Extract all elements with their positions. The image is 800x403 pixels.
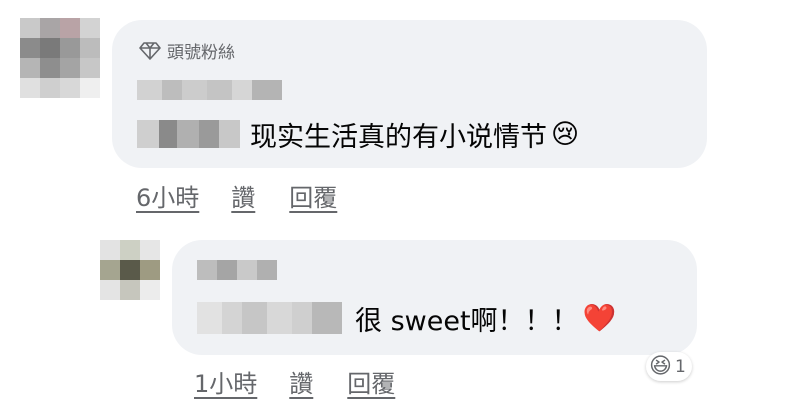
laughing-emoji: 😆 bbox=[649, 354, 672, 379]
reaction-count: 1 bbox=[674, 356, 686, 377]
badge-label: 頭號粉絲 bbox=[167, 43, 235, 63]
reply-button[interactable]: 回覆 bbox=[289, 178, 337, 213]
reply-text: 很 sweet啊！！！ ❤️ bbox=[355, 303, 617, 337]
timestamp-link[interactable]: 6小時 bbox=[136, 178, 199, 213]
like-button[interactable]: 讚 bbox=[289, 364, 313, 399]
crying-emoji: 😢 bbox=[551, 118, 580, 150]
mentioned-name[interactable] bbox=[197, 302, 342, 334]
replier-name[interactable] bbox=[197, 260, 277, 280]
commenter-avatar[interactable] bbox=[20, 18, 100, 98]
top-fan-badge[interactable]: 頭號粉絲 bbox=[139, 38, 235, 63]
mentioned-name[interactable] bbox=[137, 120, 240, 148]
reaction-summary[interactable]: 😆 1 bbox=[646, 352, 692, 381]
reply-bubble: 很 sweet啊！！！ ❤️ bbox=[172, 240, 697, 355]
like-button[interactable]: 讚 bbox=[231, 178, 255, 213]
reply-actions: 1小時 讚 回覆 bbox=[194, 364, 395, 399]
reply-button[interactable]: 回覆 bbox=[347, 364, 395, 399]
comment-text: 现实生活真的有小说情节 😢 bbox=[250, 118, 580, 153]
commenter-name[interactable] bbox=[137, 80, 282, 100]
comment-actions: 6小時 讚 回覆 bbox=[136, 178, 337, 213]
timestamp-link[interactable]: 1小時 bbox=[194, 364, 257, 399]
reply-avatar[interactable] bbox=[100, 240, 160, 300]
diamond-icon bbox=[139, 41, 161, 60]
comment-bubble: 頭號粉絲 现实生活真的有小说情节 😢 bbox=[112, 20, 707, 168]
heart-emoji: ❤️ bbox=[582, 303, 617, 334]
